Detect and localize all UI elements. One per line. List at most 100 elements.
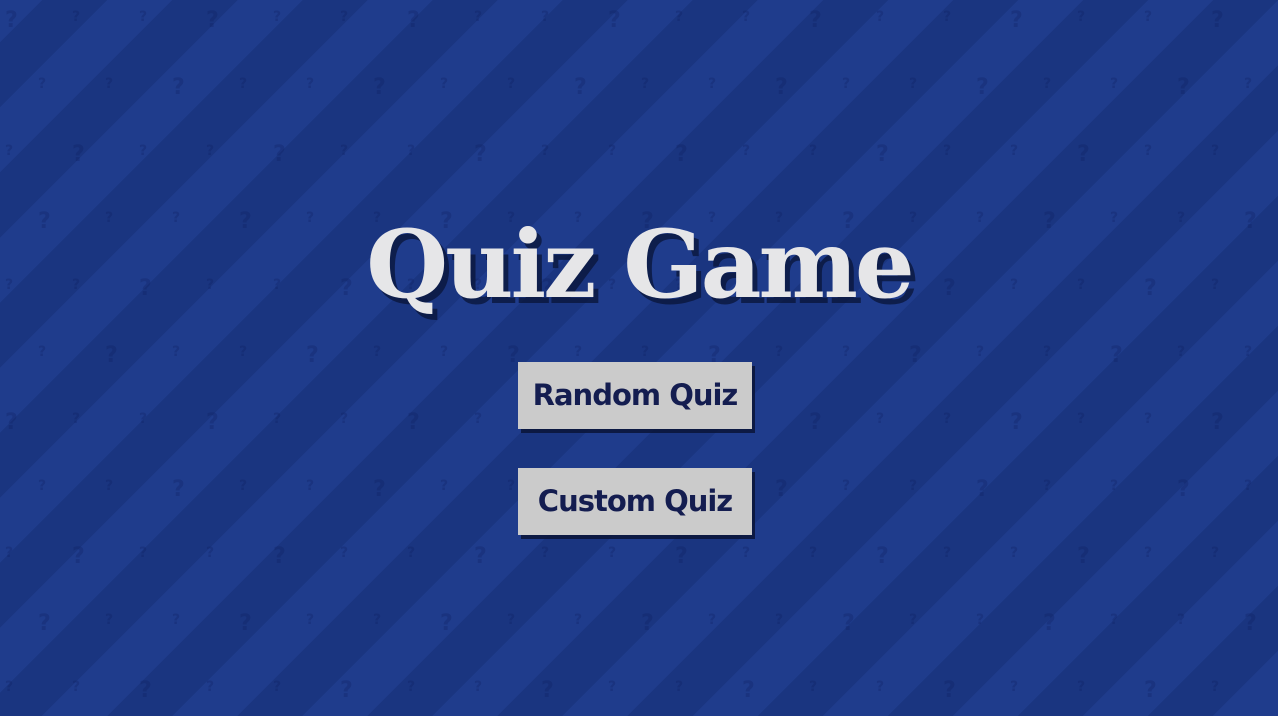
question-mark-icon: ? xyxy=(38,611,51,636)
question-mark-icon: ? xyxy=(474,679,483,695)
question-mark-icon: ? xyxy=(1177,612,1186,628)
question-mark-icon: ? xyxy=(507,76,516,92)
question-mark-icon: ? xyxy=(139,411,148,427)
question-mark-icon: ? xyxy=(742,678,755,703)
question-mark-icon: ? xyxy=(943,545,952,561)
question-mark-icon: ? xyxy=(507,478,516,494)
question-mark-icon: ? xyxy=(1077,544,1090,569)
question-mark-icon: ? xyxy=(608,143,617,159)
question-mark-icon: ? xyxy=(876,142,889,167)
question-mark-icon: ? xyxy=(842,76,851,92)
question-mark-icon: ? xyxy=(1110,76,1119,92)
question-mark-icon: ? xyxy=(1077,679,1086,695)
question-mark-icon: ? xyxy=(943,143,952,159)
question-mark-icon: ? xyxy=(5,8,18,33)
question-mark-icon: ? xyxy=(172,477,185,502)
question-mark-icon: ? xyxy=(273,9,282,25)
custom-quiz-button[interactable]: Custom Quiz xyxy=(518,468,752,535)
question-mark-icon: ? xyxy=(675,142,688,167)
question-mark-icon: ? xyxy=(1077,411,1086,427)
question-mark-icon: ? xyxy=(239,76,248,92)
question-mark-icon: ? xyxy=(775,612,784,628)
question-mark-icon: ? xyxy=(105,76,114,92)
question-mark-icon: ? xyxy=(775,477,788,502)
question-mark-icon: ? xyxy=(1043,611,1056,636)
question-mark-icon: ? xyxy=(708,612,717,628)
question-mark-icon: ? xyxy=(742,545,751,561)
question-mark-icon: ? xyxy=(407,545,416,561)
question-mark-icon: ? xyxy=(1177,344,1186,360)
question-mark-icon: ? xyxy=(943,411,952,427)
question-mark-icon: ? xyxy=(340,545,349,561)
question-mark-icon: ? xyxy=(206,410,219,435)
question-mark-icon: ? xyxy=(206,545,215,561)
question-mark-icon: ? xyxy=(139,545,148,561)
question-mark-icon: ? xyxy=(1177,477,1190,502)
question-mark-icon: ? xyxy=(842,344,851,360)
question-mark-icon: ? xyxy=(1211,545,1220,561)
question-mark-icon: ? xyxy=(440,611,453,636)
question-mark-icon: ? xyxy=(1110,478,1119,494)
question-mark-icon: ? xyxy=(38,478,47,494)
question-mark-icon: ? xyxy=(775,75,788,100)
question-mark-icon: ? xyxy=(306,612,315,628)
question-mark-icon: ? xyxy=(474,544,487,569)
question-mark-icon: ? xyxy=(742,143,751,159)
question-mark-icon: ? xyxy=(1244,76,1253,92)
question-mark-icon: ? xyxy=(842,478,851,494)
question-mark-icon: ? xyxy=(675,679,684,695)
question-mark-icon: ? xyxy=(239,344,248,360)
question-mark-icon: ? xyxy=(206,8,219,33)
question-mark-icon: ? xyxy=(943,678,956,703)
question-mark-icon: ? xyxy=(1144,545,1153,561)
question-mark-icon: ? xyxy=(1043,76,1052,92)
question-mark-icon: ? xyxy=(5,410,18,435)
random-quiz-button[interactable]: Random Quiz xyxy=(518,362,752,429)
question-mark-icon: ? xyxy=(407,143,416,159)
question-mark-icon: ? xyxy=(340,411,349,427)
question-mark-icon: ? xyxy=(876,411,885,427)
question-mark-icon: ? xyxy=(976,477,989,502)
question-mark-icon: ? xyxy=(72,411,81,427)
question-mark-icon: ? xyxy=(239,478,248,494)
question-mark-icon: ? xyxy=(1244,478,1253,494)
question-mark-icon: ? xyxy=(675,544,688,569)
question-mark-icon: ? xyxy=(474,142,487,167)
question-mark-icon: ? xyxy=(206,143,215,159)
question-mark-icon: ? xyxy=(340,678,353,703)
question-mark-icon: ? xyxy=(608,545,617,561)
question-mark-icon: ? xyxy=(1144,9,1153,25)
question-mark-icon: ? xyxy=(139,143,148,159)
question-mark-icon: ? xyxy=(206,679,215,695)
question-mark-icon: ? xyxy=(541,545,550,561)
question-mark-icon: ? xyxy=(440,344,449,360)
question-mark-icon: ? xyxy=(1110,343,1123,368)
question-mark-icon: ? xyxy=(574,75,587,100)
question-mark-icon: ? xyxy=(943,9,952,25)
question-mark-icon: ? xyxy=(641,611,654,636)
question-mark-pattern: ????????????????????????????????????????… xyxy=(0,0,1278,716)
question-mark-icon: ? xyxy=(1244,344,1253,360)
question-mark-icon: ? xyxy=(105,612,114,628)
question-mark-icon: ? xyxy=(1010,545,1019,561)
question-mark-icon: ? xyxy=(373,344,382,360)
question-mark-icon: ? xyxy=(139,9,148,25)
question-mark-icon: ? xyxy=(1177,75,1190,100)
question-mark-icon: ? xyxy=(273,544,286,569)
question-mark-icon: ? xyxy=(641,76,650,92)
question-mark-icon: ? xyxy=(608,8,621,33)
question-mark-icon: ? xyxy=(1010,143,1019,159)
question-mark-icon: ? xyxy=(239,611,252,636)
question-mark-icon: ? xyxy=(809,8,822,33)
page-title: Quiz Game xyxy=(366,210,915,320)
question-mark-icon: ? xyxy=(1010,8,1023,33)
question-mark-icon: ? xyxy=(474,411,483,427)
question-mark-icon: ? xyxy=(38,344,47,360)
question-mark-icon: ? xyxy=(809,143,818,159)
question-mark-icon: ? xyxy=(842,611,855,636)
question-mark-icon: ? xyxy=(909,343,922,368)
question-mark-icon: ? xyxy=(909,76,918,92)
question-mark-icon: ? xyxy=(38,76,47,92)
question-mark-icon: ? xyxy=(306,76,315,92)
question-mark-icon: ? xyxy=(976,612,985,628)
